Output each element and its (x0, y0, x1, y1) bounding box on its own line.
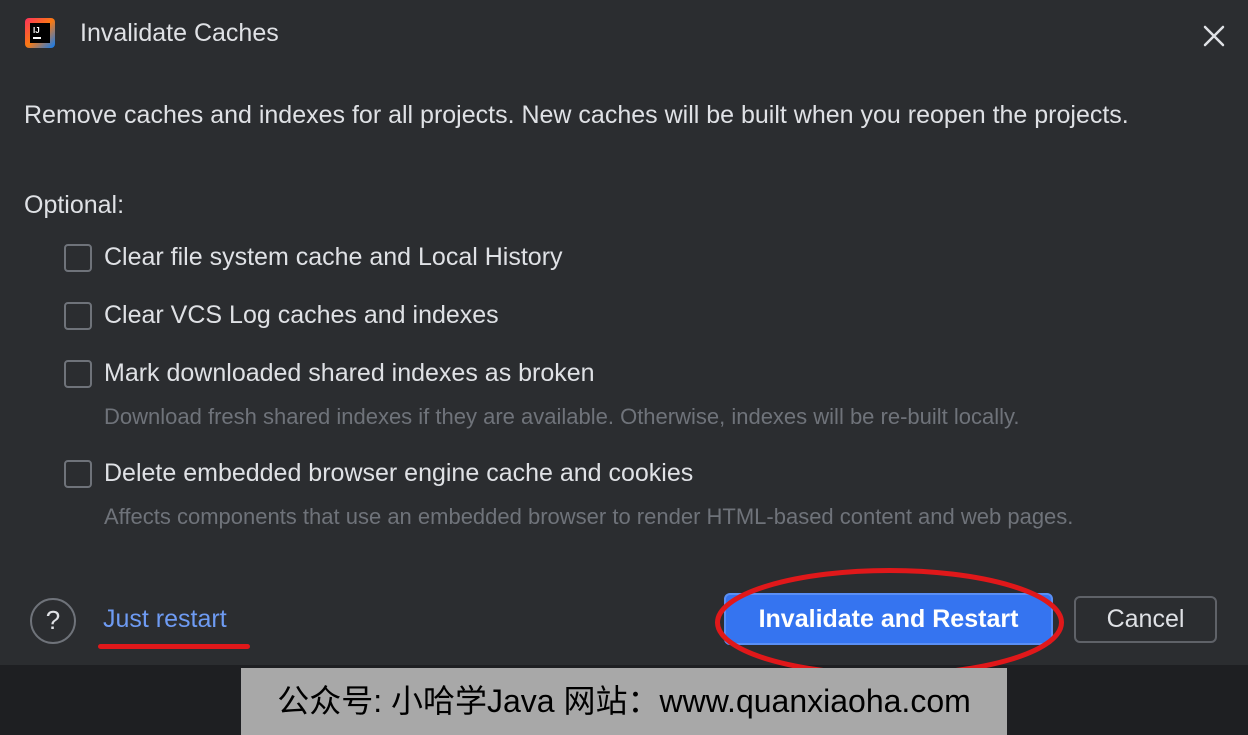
close-icon[interactable] (1198, 20, 1230, 52)
help-button[interactable]: ? (30, 598, 76, 644)
option-label: Mark downloaded shared indexes as broken (104, 359, 595, 387)
red-underline-annotation (98, 644, 250, 649)
intellij-idea-icon: IJ (25, 18, 55, 48)
optional-heading: Optional: (24, 191, 125, 219)
dialog-title: Invalidate Caches (80, 19, 279, 47)
just-restart-link[interactable]: Just restart (103, 605, 227, 634)
checkbox[interactable] (64, 302, 92, 330)
invalidate-and-restart-button[interactable]: Invalidate and Restart (724, 593, 1053, 645)
option-hint: Download fresh shared indexes if they ar… (104, 404, 1020, 429)
option-label: Clear VCS Log caches and indexes (104, 301, 499, 329)
checkbox[interactable] (64, 360, 92, 388)
option-label: Delete embedded browser engine cache and… (104, 459, 694, 487)
svg-text:IJ: IJ (33, 26, 40, 35)
title-bar: IJ Invalidate Caches (0, 0, 1248, 70)
dialog-description: Remove caches and indexes for all projec… (24, 101, 1129, 129)
invalidate-caches-dialog: IJ Invalidate Caches Remove caches and i… (0, 0, 1248, 677)
watermark-banner: 公众号: 小哈学Java 网站：www.quanxiaoha.com (241, 668, 1007, 735)
cancel-button[interactable]: Cancel (1074, 596, 1217, 643)
option-hint: Affects components that use an embedded … (104, 504, 1074, 529)
option-label: Clear file system cache and Local Histor… (104, 243, 563, 271)
checkbox[interactable] (64, 460, 92, 488)
checkbox[interactable] (64, 244, 92, 272)
